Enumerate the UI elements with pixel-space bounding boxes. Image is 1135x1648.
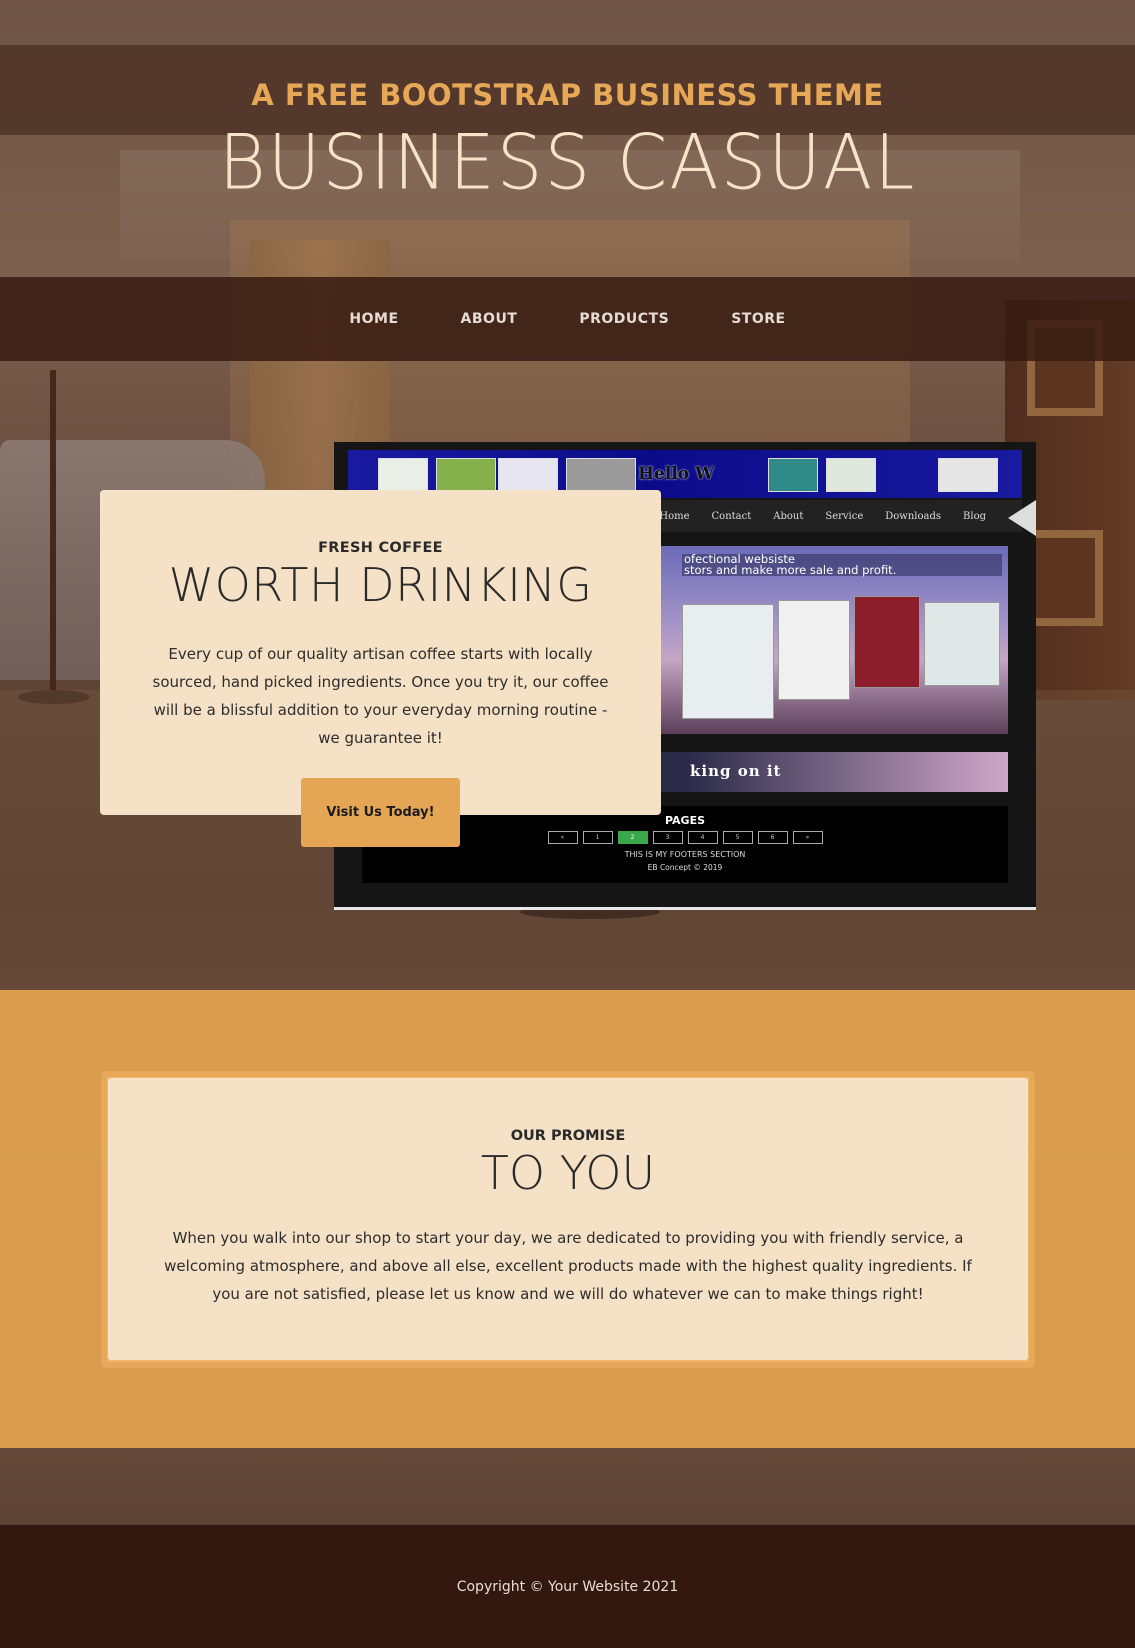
mock-thumbnail <box>498 458 558 492</box>
mock-thumbnail <box>378 458 428 492</box>
mock-cards <box>682 596 1002 731</box>
intro-heading-lower: WORTH DRINKING <box>168 558 593 612</box>
mock-card <box>778 600 850 700</box>
mock-nav-item: Home <box>659 510 690 522</box>
intro-card: FRESH COFFEE WORTH DRINKING Every cup of… <box>100 490 661 815</box>
mock-thumbnail <box>768 458 818 492</box>
mock-nav-item: Contact <box>711 510 752 522</box>
mock-thumbnail <box>436 458 496 492</box>
mock-card <box>854 596 920 688</box>
nav-link-store[interactable]: STORE <box>731 311 785 327</box>
mock-page-link: « <box>547 831 578 844</box>
promise-card: OUR PROMISE TO YOU When you walk into ou… <box>108 1078 1028 1360</box>
mock-page-link: 1 <box>582 831 613 844</box>
nav-link-home[interactable]: HOME <box>349 311 398 327</box>
mock-thumbnail <box>566 458 636 492</box>
mock-card <box>924 602 1000 686</box>
intro-paragraph: Every cup of our quality artisan coffee … <box>152 645 609 747</box>
promise-heading-upper: OUR PROMISE <box>510 1128 626 1144</box>
mock-page-link: 4 <box>687 831 718 844</box>
mock-nav-item: About <box>773 510 804 522</box>
promise-paragraph: When you walk into our shop to start you… <box>164 1229 972 1303</box>
mock-thumbnail <box>938 458 998 492</box>
copyright-text: Copyright © Your Website 2021 <box>456 1579 679 1595</box>
site-footer: Copyright © Your Website 2021 <box>0 1525 1135 1648</box>
visit-us-button[interactable]: Visit Us Today! <box>301 778 460 847</box>
mock-page-link-active: 2 <box>617 831 648 844</box>
mock-thumbnail <box>826 458 876 492</box>
mock-card <box>682 604 774 719</box>
mock-nav-item: Service <box>825 510 864 522</box>
intro-heading-upper: FRESH COFFEE <box>318 540 443 556</box>
mock-page-link: 3 <box>652 831 683 844</box>
mock-hero-line: stors and make more sale and profit. <box>684 563 897 577</box>
mock-footer-note: THIS IS MY FOOTERS SECTION <box>624 850 746 859</box>
mock-page-link: » <box>792 831 823 844</box>
mock-strip-text: king on it <box>690 762 782 780</box>
mock-page-link: 5 <box>722 831 753 844</box>
mock-nav-item: Blog <box>963 510 986 522</box>
mock-nav-item: Downloads <box>885 510 942 522</box>
mock-page-link: 6 <box>757 831 788 844</box>
site-heading-upper: A FREE BOOTSTRAP BUSINESS THEME <box>251 78 884 112</box>
mock-footer-copy: EB Concept © 2019 <box>647 863 723 872</box>
mock-banner-title: Hello W <box>638 464 715 484</box>
nav-link-products[interactable]: PRODUCTS <box>579 311 669 327</box>
site-heading-lower: BUSINESS CASUAL <box>218 117 917 207</box>
nav-link-about[interactable]: ABOUT <box>461 311 518 327</box>
mock-hero-text: ofectional websiste stors and make more … <box>682 553 1002 577</box>
main-navbar: HOME ABOUT PRODUCTS STORE <box>0 277 1135 361</box>
promise-heading-lower: TO YOU <box>480 1146 656 1200</box>
